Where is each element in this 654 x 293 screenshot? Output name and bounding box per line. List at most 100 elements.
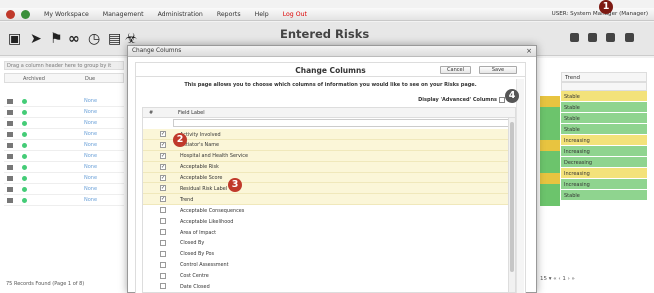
menu-administration[interactable]: Administration [158, 11, 203, 18]
header-field-label[interactable]: Field Label [178, 110, 205, 116]
column-option-row[interactable]: ✓ Trend [143, 194, 515, 206]
annotation-badge-1: 1 [599, 0, 613, 14]
column-checkbox[interactable] [160, 272, 166, 279]
column-checkbox[interactable] [160, 261, 166, 268]
trend-column: Trend Stable Stable Stable Stable Increa… [561, 72, 647, 201]
column-option-row[interactable]: Acceptable Consequences [143, 205, 515, 217]
column-checkbox[interactable]: ✓ [160, 163, 166, 170]
row-icon [7, 110, 13, 115]
row-value: None [84, 120, 98, 126]
table-row[interactable]: None [4, 173, 124, 184]
gear-icon[interactable] [570, 33, 579, 42]
header-trend[interactable]: Trend [561, 72, 647, 82]
column-option-label: Closed By Pos [180, 251, 215, 258]
status-dot [22, 154, 27, 159]
column-checkbox[interactable] [160, 250, 166, 257]
column-checkbox[interactable]: ✓ [160, 152, 166, 159]
column-option-label: Cost Centre [180, 273, 209, 280]
menu-management[interactable]: Management [103, 11, 144, 18]
menu-help[interactable]: Help [255, 11, 269, 18]
close-icon[interactable]: × [526, 47, 532, 55]
column-option-label: Control Assessment [180, 262, 229, 269]
table-row[interactable]: None [4, 140, 124, 151]
calendar-icon[interactable] [588, 33, 597, 42]
column-option-row[interactable]: ✓ Residual Risk Label [143, 183, 515, 195]
column-option-row[interactable]: Control Assessment [143, 260, 515, 271]
column-checkbox[interactable] [160, 229, 166, 236]
intro-text: This page allows you to choose which col… [184, 82, 477, 88]
column-option-row[interactable]: Closed By Pos [143, 249, 515, 260]
risk-color-cell [540, 195, 560, 206]
field-filter-input[interactable] [173, 119, 511, 127]
page-size-select[interactable]: 15 ▾ « ‹ 1 › » [540, 276, 575, 282]
header-archived[interactable]: Archived [23, 76, 45, 82]
table-row[interactable]: None [4, 151, 124, 162]
column-option-row[interactable]: Closed By [143, 238, 515, 249]
table-row[interactable]: None [4, 195, 124, 206]
column-checkbox[interactable]: ✓ [160, 131, 166, 137]
row-value: None [84, 153, 98, 159]
menu-log-out[interactable]: Log Out [283, 11, 307, 18]
view-icon[interactable]: ▣ [8, 31, 21, 47]
layout-icon[interactable] [625, 33, 634, 42]
column-option-row[interactable]: Cost Centre [143, 271, 515, 282]
grid-header: Archived Due [4, 73, 124, 83]
column-option-row[interactable]: Acceptable Likelihood [143, 216, 515, 228]
send-icon[interactable]: ➤ [30, 31, 42, 47]
scroll-thumb[interactable] [510, 122, 514, 272]
link-icon[interactable]: ∞ [68, 31, 80, 47]
table-row[interactable]: None [4, 184, 124, 195]
risk-color-cell [540, 162, 560, 173]
column-option-row[interactable]: Date Closed [143, 281, 515, 292]
table-row[interactable]: None [4, 129, 124, 140]
table-row[interactable]: None [4, 162, 124, 173]
dialog-titlebar[interactable]: Change Columns × [128, 46, 536, 57]
column-option-label: Area of Impact [180, 229, 216, 236]
cancel-button[interactable]: Cancel [440, 66, 471, 74]
column-option-row[interactable]: ✓ Initiator's Name [143, 139, 515, 151]
column-option-row[interactable]: ✓ Acceptable Score [143, 172, 515, 184]
column-checkbox[interactable]: ✓ [160, 141, 166, 148]
column-checkbox[interactable] [160, 239, 166, 246]
trend-filter[interactable] [561, 82, 647, 91]
dialog-content: Change Columns Cancel Save This page all… [135, 62, 526, 293]
top-menu-bar: My Workspace Management Administration R… [0, 8, 654, 21]
risk-color-cell [540, 129, 560, 140]
dialog-scrollbar[interactable] [516, 79, 524, 293]
table-row[interactable]: None [4, 107, 124, 118]
menu-reports[interactable]: Reports [217, 11, 241, 18]
menu-my-workspace[interactable]: My Workspace [44, 11, 89, 18]
column-option-row[interactable]: ✓ Acceptable Risk [143, 161, 515, 173]
table-scrollbar[interactable] [508, 118, 515, 292]
bookmark-icon[interactable]: ⚑ [50, 31, 63, 47]
column-option-label: Closed By [180, 240, 205, 247]
column-checkbox[interactable] [160, 283, 166, 290]
column-checkbox[interactable]: ✓ [160, 196, 166, 203]
trend-cell: Decreasing [561, 157, 647, 168]
save-button[interactable]: Save [479, 66, 517, 74]
status-dot [22, 187, 27, 192]
columns-table-header: # Field Label [143, 108, 515, 118]
settings-icon[interactable] [21, 9, 30, 19]
column-option-row[interactable]: Area of Impact [143, 227, 515, 238]
columns-list: ✓ Activity Involved ✓ Initiator's Name ✓ Hosp… [143, 129, 515, 292]
table-row[interactable]: None [4, 96, 124, 107]
advanced-columns-checkbox[interactable] [499, 97, 505, 103]
clock-icon[interactable]: ◷ [88, 31, 100, 47]
row-value: None [84, 142, 98, 148]
table-row[interactable]: None [4, 118, 124, 129]
row-icon [7, 187, 13, 192]
group-by-bar[interactable]: Drag a column header here to group by it [4, 61, 124, 70]
export-icon[interactable] [606, 33, 615, 42]
column-checkbox[interactable]: ✓ [160, 174, 166, 181]
column-option-row[interactable]: ✓ Hospital and Health Service [143, 150, 515, 162]
column-checkbox[interactable]: ✓ [160, 185, 166, 192]
column-option-row[interactable]: ✓ Activity Involved [143, 129, 515, 140]
inbox-icon[interactable]: ▤ [108, 31, 121, 47]
home-icon[interactable] [6, 9, 15, 19]
header-due[interactable]: Due [85, 76, 95, 82]
annotation-badge-2: 2 [173, 133, 187, 147]
column-checkbox[interactable] [160, 207, 166, 214]
risk-color-cell [540, 118, 560, 129]
column-checkbox[interactable] [160, 218, 166, 225]
